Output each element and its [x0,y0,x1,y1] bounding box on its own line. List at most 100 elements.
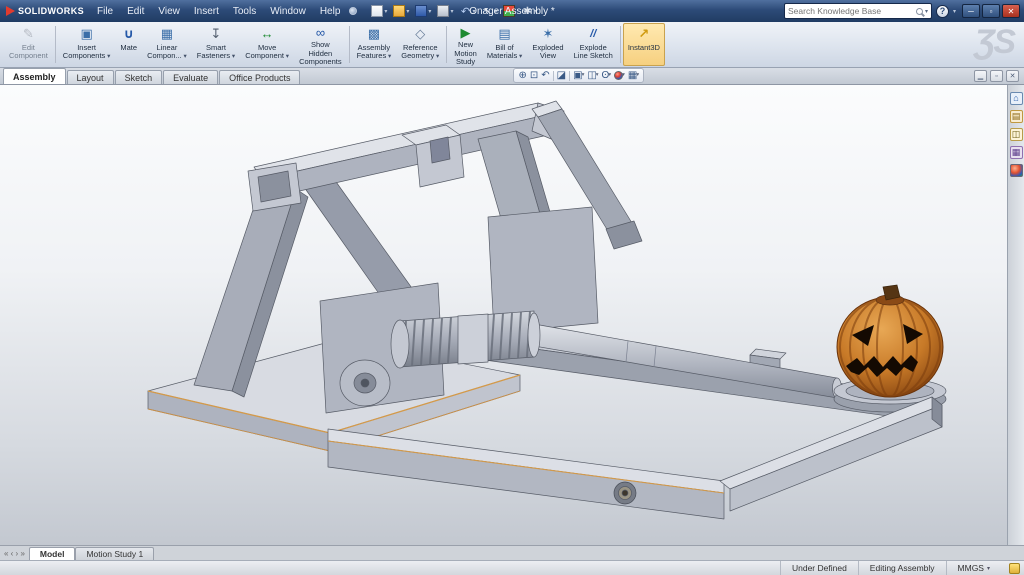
new-document-icon [371,5,383,17]
ribbon-separator [620,26,621,63]
menu-view[interactable]: View [151,4,187,19]
options-button[interactable]: ▾ [519,4,539,18]
catapult-frame[interactable] [148,101,938,451]
menu-help[interactable]: Help [313,4,348,19]
help-dropdown-icon[interactable]: ▾ [953,8,956,15]
onager-assembly-model[interactable] [0,85,1007,545]
maximize-button[interactable] [982,4,1000,18]
pumpkin[interactable] [837,285,943,397]
menu-window[interactable]: Window [263,4,313,19]
status-bar: Under Defined Editing Assembly MMGS▾ [0,560,1024,575]
view-palette-icon[interactable] [1010,146,1023,159]
open-button[interactable]: ▾ [391,4,411,18]
save-disk-icon [415,5,427,17]
ribbon-separator [55,26,56,63]
help-button[interactable]: ? [936,5,949,18]
exploded-view-button[interactable]: Exploded View [527,23,568,66]
new-document-button[interactable]: ▾ [369,4,389,18]
pin-menu-icon[interactable] [349,7,357,15]
insert-components-button[interactable]: Insert Components [58,23,116,66]
section-view-icon[interactable]: ◪ [557,71,566,81]
quick-tips-icon[interactable] [1009,563,1020,574]
open-folder-icon [393,5,405,17]
display-style-icon[interactable]: ◫▾ [587,71,598,81]
close-button[interactable] [1002,4,1020,18]
minimize-button[interactable] [962,4,980,18]
previous-view-icon[interactable]: ↶ [541,71,549,81]
search-dropdown-icon[interactable]: ▾ [925,8,928,15]
bill-of-materials-button[interactable]: Bill of Materials [482,23,528,66]
instant3d-icon [638,26,649,43]
menu-file[interactable]: File [90,4,120,19]
viewport-3d[interactable] [0,85,1024,545]
file-explorer-icon[interactable] [1010,128,1023,141]
command-tab-strip: Assembly Layout Sketch Evaluate Office P… [0,68,1024,85]
edit-appearance-icon[interactable]: ▾ [614,71,625,80]
motion-study-icon [461,26,471,40]
menu-bar: File Edit View Insert Tools Window Help [90,4,363,19]
chevron-down-icon: ▾ [450,8,453,15]
move-component-button[interactable]: Move Component [240,23,294,66]
search-icon[interactable] [916,8,923,15]
units-selector[interactable]: MMGS▾ [946,561,1001,575]
solidworks-resources-icon[interactable] [1010,92,1023,105]
units-label: MMGS [958,563,984,573]
doc-restore-button[interactable]: ▫ [990,70,1003,82]
assembly-features-button[interactable]: Assembly Features [352,23,397,66]
undo-button[interactable]: ▾ [457,4,477,18]
menu-tools[interactable]: Tools [226,4,263,19]
printer-icon [437,5,449,17]
smart-fasteners-button[interactable]: Smart Fasteners [192,23,240,66]
tab-model[interactable]: Model [29,547,76,560]
tab-sketch[interactable]: Sketch [115,70,163,84]
window-controls [962,4,1020,18]
search-box: ▾ [784,3,932,19]
view-orientation-icon[interactable]: ▣▾ [573,71,584,81]
select-button[interactable]: ▾ [479,4,499,18]
doc-minimize-button[interactable]: ▁ [974,70,987,82]
zoom-to-fit-icon[interactable]: ⊕ [518,71,526,81]
save-button[interactable]: ▾ [413,4,433,18]
rebuild-button[interactable] [501,4,517,18]
tab-office-products[interactable]: Office Products [219,70,300,84]
reference-geometry-icon [415,26,425,43]
tab-evaluate[interactable]: Evaluate [163,70,218,84]
solidworks-logo-icon [6,6,15,16]
reference-geometry-button[interactable]: Reference Geometry [396,23,444,66]
tab-scroll-controls[interactable]: « ‹ › » [0,546,29,560]
mate-icon [123,26,134,43]
show-hidden-components-button[interactable]: Show Hidden Components [294,23,347,66]
print-button[interactable]: ▾ [435,4,455,18]
search-input[interactable] [788,6,914,16]
menu-insert[interactable]: Insert [187,4,226,19]
menu-edit[interactable]: Edit [120,4,151,19]
solidworks-logo: SOLIDWORKS [6,6,84,16]
ribbon-separator [446,26,447,63]
tab-assembly[interactable]: Assembly [3,68,66,84]
zoom-to-area-icon[interactable]: ⊡ [530,71,538,81]
explode-line-sketch-button[interactable]: Explode Line Sketch [569,23,618,66]
solidworks-window: SOLIDWORKS File Edit View Insert Tools W… [0,0,1024,575]
hide-show-items-icon[interactable]: ʘ▾ [602,71,612,81]
mate-button[interactable]: Mate [115,23,142,66]
gear-icon [521,5,533,17]
solidworks-logo-text: SOLIDWORKS [18,6,84,16]
instant3d-button[interactable]: Instant3D [623,23,665,66]
edit-component-icon [23,26,34,43]
chevron-down-icon: ▾ [428,8,431,15]
doc-close-button[interactable]: ✕ [1006,70,1019,82]
tab-motion-study-1[interactable]: Motion Study 1 [75,547,154,560]
chevron-down-icon: ▾ [987,565,990,572]
explode-line-sketch-icon [590,26,596,43]
smart-fasteners-icon [211,26,222,43]
appearances-icon[interactable] [1010,164,1023,177]
edit-component-button[interactable]: Edit Component [4,23,53,66]
tab-layout[interactable]: Layout [67,70,114,84]
new-motion-study-button[interactable]: New Motion Study [449,23,482,66]
bill-of-materials-icon [498,26,510,43]
quick-access-toolbar: ▾ ▾ ▾ ▾ ▾ ▾ ▾ [369,4,539,18]
design-library-icon[interactable] [1010,110,1023,123]
linear-component-pattern-button[interactable]: Linear Compon... [142,23,192,66]
toolbar-separator [553,71,554,81]
apply-scene-icon[interactable]: ▦▾ [628,71,639,81]
